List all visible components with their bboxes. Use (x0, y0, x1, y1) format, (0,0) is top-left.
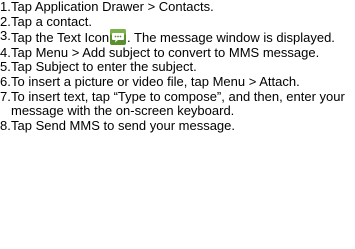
step-text: Tap Send MMS to send your message. (11, 117, 236, 133)
step-6: 6. To insert a picture or video file, ta… (0, 73, 355, 90)
message-text-icon (110, 29, 127, 46)
step-1: 1. Tap Application Drawer > Contacts. (0, 0, 355, 15)
step-number: 7. (0, 88, 11, 104)
step-5: 5. Tap Subject to enter the subject. (0, 60, 355, 75)
step-text-after-icon: . The message window is displayed. (127, 30, 335, 46)
step-number: 2. (0, 13, 11, 29)
step-text-before-icon: Tap the Text Icon (11, 30, 110, 46)
step-number: 6. (0, 73, 11, 89)
step-number: 4. (0, 44, 11, 60)
instruction-steps: 1. Tap Application Drawer > Contacts. 2.… (0, 0, 355, 133)
step-7: 7. To insert text, tap “Type to compose”… (0, 88, 355, 119)
step-2: 2. Tap a contact. (0, 13, 355, 30)
step-text: To insert text, tap “Type to compose”, a… (11, 88, 345, 119)
step-text: Tap a contact. (11, 13, 92, 29)
step-number: 1. (0, 0, 11, 14)
step-number: 3. (0, 28, 11, 44)
step-4: 4. Tap Menu > Add subject to convert to … (0, 44, 355, 61)
step-text: Tap Menu > Add subject to convert to MMS… (11, 44, 320, 60)
step-text: Tap Application Drawer > Contacts. (11, 0, 214, 14)
step-text: Tap Subject to enter the subject. (11, 59, 197, 75)
step-number: 5. (0, 59, 11, 75)
step-8: 8. Tap Send MMS to send your message. (0, 117, 355, 134)
step-3: 3. Tap the Text Icon . The message windo… (0, 29, 355, 46)
step-text: To insert a picture or video file, tap M… (11, 73, 300, 89)
step-number: 8. (0, 117, 11, 133)
